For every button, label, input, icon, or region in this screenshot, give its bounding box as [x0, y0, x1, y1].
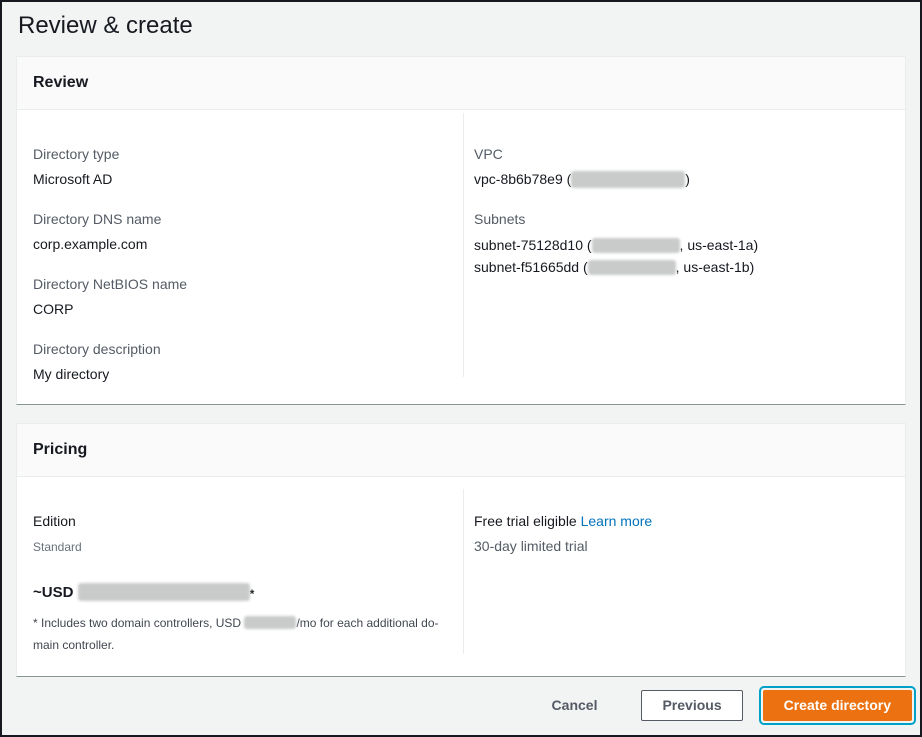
edition-label: Edition: [33, 511, 447, 531]
field-directory-netbios-name: Directory NetBIOS name CORP: [33, 274, 447, 319]
trial-duration: 30-day limited trial: [474, 536, 889, 556]
field-label: VPC: [474, 144, 889, 164]
pricing-section-header: Pricing: [17, 424, 905, 477]
footnote-text: * Includes two domain controllers, USD: [33, 616, 241, 630]
field-directory-description: Directory description My directory: [33, 339, 447, 384]
review-section-title: Review: [33, 73, 889, 93]
field-value: CORP: [33, 299, 447, 319]
field-directory-dns-name: Directory DNS name corp.example.com: [33, 209, 447, 254]
field-label: Directory NetBIOS name: [33, 274, 447, 294]
field-subnets: Subnets subnet-75128d10 ( , us-east-1a) s…: [474, 209, 889, 278]
free-trial-text: Free trial eligible: [474, 513, 577, 529]
field-value: My directory: [33, 364, 447, 384]
edition-value: Standard: [33, 539, 447, 555]
price-footnote: * Includes two domain controllers, USD /…: [33, 612, 447, 656]
create-directory-button[interactable]: Create directory: [763, 690, 912, 721]
field-label: Directory DNS name: [33, 209, 447, 229]
review-left-column: Directory type Microsoft AD Directory DN…: [17, 110, 463, 404]
redacted-subnet-name: [592, 238, 680, 253]
vpc-value-suffix: ): [685, 171, 690, 187]
column-divider: [463, 113, 464, 377]
field-value: corp.example.com: [33, 234, 447, 254]
price-line: ~USD *: [33, 583, 447, 604]
previous-button[interactable]: Previous: [641, 690, 742, 721]
field-edition: Edition Standard: [33, 511, 447, 555]
learn-more-link[interactable]: Learn more: [581, 513, 653, 529]
field-directory-type: Directory type Microsoft AD: [33, 144, 447, 189]
price-prefix: ~USD: [33, 584, 73, 601]
pricing-right-column: Free trial eligible Learn more 30-day li…: [463, 477, 905, 676]
page-title: Review & create: [18, 9, 904, 43]
pricing-section-body: Edition Standard ~USD * * Includes two d…: [17, 477, 905, 676]
price-asterisk: *: [250, 587, 255, 601]
subnet-az: , us-east-1b): [676, 259, 755, 275]
field-value: Microsoft AD: [33, 169, 447, 189]
footnote-text: /mo for each additional do-: [296, 616, 438, 630]
subnet-list: subnet-75128d10 ( , us-east-1a) subnet-f5…: [474, 234, 889, 278]
cancel-button[interactable]: Cancel: [552, 697, 598, 713]
create-directory-focus-ring: Create directory: [759, 686, 916, 725]
subnet-line: subnet-f51665dd ( , us-east-1b): [474, 256, 889, 278]
review-section-body: Directory type Microsoft AD Directory DN…: [17, 110, 905, 404]
subnet-line: subnet-75128d10 ( , us-east-1a): [474, 234, 889, 256]
footnote-text: main controller.: [33, 638, 114, 652]
wizard-footer: Cancel Previous Create directory: [2, 677, 920, 733]
page-header: Review & create: [2, 2, 920, 43]
subnet-az: , us-east-1a): [680, 237, 759, 253]
review-right-column: VPC vpc-8b6b78e9 () Subnets subnet-75128…: [463, 110, 905, 404]
pricing-left-column: Edition Standard ~USD * * Includes two d…: [17, 477, 463, 676]
field-vpc: VPC vpc-8b6b78e9 (): [474, 144, 889, 189]
redacted-subnet-name: [588, 260, 676, 275]
redacted-vpc-name: [571, 171, 685, 188]
redacted-price: [78, 583, 250, 601]
review-section-header: Review: [17, 57, 905, 110]
subnet-id: subnet-75128d10 (: [474, 237, 592, 253]
field-label: Directory type: [33, 144, 447, 164]
column-divider: [463, 489, 464, 654]
subnet-id: subnet-f51665dd (: [474, 259, 588, 275]
redacted-footnote-price: [244, 616, 296, 629]
free-trial-line: Free trial eligible Learn more: [474, 511, 889, 531]
review-section: Review Directory type Microsoft AD Direc…: [16, 56, 906, 405]
vpc-id: vpc-8b6b78e9 (: [474, 171, 571, 187]
field-label: Subnets: [474, 209, 889, 229]
pricing-section: Pricing Edition Standard ~USD * * Includ…: [16, 423, 906, 677]
pricing-section-title: Pricing: [33, 440, 889, 460]
field-value: vpc-8b6b78e9 (): [474, 169, 889, 189]
field-label: Directory description: [33, 339, 447, 359]
